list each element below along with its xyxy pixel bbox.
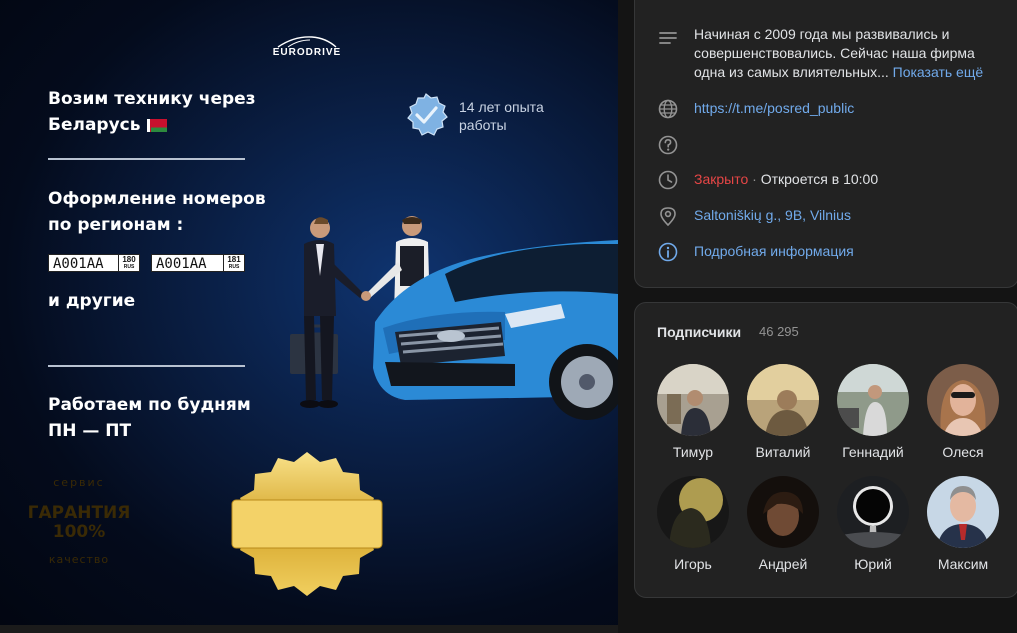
- description-text: Начиная с 2009 года мы развивались и сов…: [694, 25, 983, 82]
- divider: [48, 158, 245, 160]
- status-separator: ·: [748, 171, 761, 187]
- avatar: [837, 364, 909, 436]
- opens-at: Откроется в 10:00: [760, 171, 879, 187]
- subscribers-card: Подписчики 46 295 Тимур Виталий Геннадий: [634, 302, 1017, 598]
- description-line-1: Начиная с 2009 года мы развивались и: [694, 26, 950, 42]
- subscriber-name: Виталий: [755, 444, 811, 460]
- others-text: и другие: [48, 291, 136, 311]
- avatar: [747, 364, 819, 436]
- experience-line-2: работы: [459, 117, 507, 133]
- show-more-link[interactable]: Показать ещё: [893, 64, 984, 80]
- import-heading: Возим технику через Беларусь: [48, 86, 256, 138]
- description-icon: [659, 32, 677, 44]
- description-line-3: одна из самых влиятельных...: [694, 64, 889, 80]
- divider: [48, 365, 245, 367]
- license-plate-1: А001АА 180 RUS: [48, 254, 140, 272]
- subscriber-name: Максим: [937, 556, 989, 572]
- closed-status: Закрыто: [694, 171, 749, 187]
- avatar: [927, 364, 999, 436]
- schedule-line-1: Работаем по будням: [48, 395, 251, 415]
- subscriber-name: Тимур: [672, 444, 714, 460]
- plates-heading: Оформление номеров по регионам :: [48, 186, 266, 238]
- info-icon: [658, 242, 678, 262]
- bottom-strip: [0, 625, 618, 633]
- license-plate-2: А001АА 181 RUS: [151, 254, 245, 272]
- plate-region-code: 180: [122, 255, 136, 264]
- experience-text: 14 лет опыта работы: [459, 98, 544, 134]
- subscriber-name: Юрий: [854, 556, 892, 572]
- verified-badge-icon: [407, 93, 448, 136]
- plate-region: 181 RUS: [223, 255, 244, 271]
- info-card: Начиная с 2009 года мы развивались и сов…: [634, 0, 1017, 288]
- avatar: [747, 476, 819, 548]
- guarantee-seal-image: [231, 452, 383, 596]
- subscribers-count: 46 295: [759, 324, 799, 339]
- plates-line-2: по регионам :: [48, 215, 184, 235]
- description-line-2: совершенствовались. Сейчас наша фирма: [694, 45, 975, 61]
- seal-top-text: сервис: [53, 476, 105, 489]
- avatar: [657, 364, 729, 436]
- location-pin-icon: [660, 207, 676, 227]
- clock-icon: [658, 170, 678, 190]
- import-line-1: Возим технику через: [48, 89, 256, 109]
- avatar: [927, 476, 999, 548]
- subscriber-name: Олеся: [942, 444, 984, 460]
- logo-text: EURODRIVE: [272, 47, 342, 58]
- blue-suv-image: [373, 240, 618, 420]
- hours-status[interactable]: Закрыто · Откроется в 10:00: [694, 170, 878, 189]
- plates-line-1: Оформление номеров: [48, 189, 266, 209]
- globe-icon: [658, 99, 678, 119]
- plate-region-code: 181: [227, 255, 241, 264]
- plate-country: RUS: [228, 264, 240, 270]
- avatar: [837, 476, 909, 548]
- plate-region: 180 RUS: [118, 255, 139, 271]
- address-link[interactable]: Saltoniškių g., 9B, Vilnius: [694, 206, 851, 225]
- seal-main-text: ГАРАНТИЯ: [27, 503, 131, 523]
- eurodrive-logo: EURODRIVE: [264, 34, 350, 58]
- seal-bottom-text: качество: [48, 553, 110, 566]
- question-icon[interactable]: [657, 134, 679, 156]
- subscriber-name: Геннадий: [842, 444, 904, 460]
- plate-number: А001АА: [156, 256, 207, 272]
- promo-banner[interactable]: EURODRIVE Возим технику через Беларусь О…: [0, 0, 618, 625]
- plate-country: RUS: [123, 264, 135, 270]
- avatar: [657, 476, 729, 548]
- plate-number: А001АА: [53, 256, 104, 272]
- experience-line-1: 14 лет опыта: [459, 99, 544, 115]
- subscriber-name: Андрей: [758, 556, 808, 572]
- seal-percent-text: 100%: [52, 522, 106, 542]
- schedule-line-2: ПН — ПТ: [48, 421, 132, 441]
- subscriber-name: Игорь: [674, 556, 712, 572]
- belarus-flag-icon: [146, 118, 167, 132]
- website-link[interactable]: https://t.me/posred_public: [694, 99, 854, 118]
- details-link[interactable]: Подробная информация: [694, 242, 854, 261]
- subscribers-title[interactable]: Подписчики: [657, 324, 741, 340]
- schedule-heading: Работаем по будням ПН — ПТ: [48, 392, 251, 444]
- column-gap: [618, 0, 634, 633]
- import-line-2: Беларусь: [48, 115, 141, 135]
